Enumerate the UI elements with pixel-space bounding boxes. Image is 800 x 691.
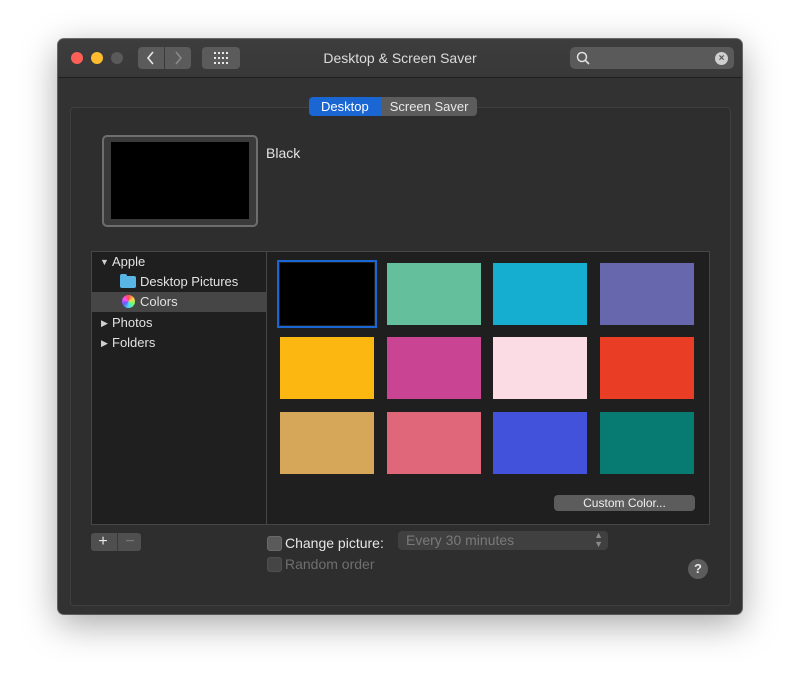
- color-swatch[interactable]: [387, 412, 481, 474]
- add-remove-buttons: + −: [91, 533, 141, 551]
- disclosure-triangle-right-icon[interactable]: ▶: [101, 333, 108, 353]
- color-swatch[interactable]: [280, 337, 374, 399]
- sidebar-item-label: Folders: [112, 335, 156, 350]
- desktop-preview: [102, 135, 258, 227]
- color-swatch[interactable]: [600, 412, 694, 474]
- up-down-arrows-icon: ▲ ▼: [594, 530, 603, 549]
- sidebar-item-label: Apple: [112, 254, 146, 269]
- sidebar-item-label: Colors: [140, 294, 178, 309]
- color-swatch[interactable]: [280, 412, 374, 474]
- preferences-window: Desktop & Screen Saver × Desktop Screen …: [58, 39, 742, 614]
- disclosure-triangle-down-icon[interactable]: ▼: [100, 252, 109, 272]
- remove-folder-button[interactable]: −: [117, 533, 142, 551]
- color-swatch[interactable]: [600, 337, 694, 399]
- folder-icon: [120, 274, 136, 288]
- clear-search-icon[interactable]: ×: [715, 52, 728, 65]
- help-button[interactable]: ?: [688, 559, 708, 579]
- random-order-checkbox[interactable]: [267, 557, 282, 572]
- color-swatch[interactable]: [493, 263, 587, 325]
- sidebar-item-folders[interactable]: ▶ Folders: [92, 333, 267, 353]
- title-bar: Desktop & Screen Saver ×: [58, 39, 742, 78]
- change-interval-popup[interactable]: Every 30 minutes ▲ ▼: [398, 531, 608, 550]
- change-interval-value: Every 30 minutes: [406, 532, 515, 548]
- change-picture-label: Change picture:: [285, 535, 384, 551]
- random-order-label: Random order: [285, 556, 375, 572]
- color-swatch[interactable]: [387, 263, 481, 325]
- color-swatch[interactable]: [493, 412, 587, 474]
- search-field[interactable]: ×: [570, 47, 734, 69]
- sidebar-item-desktop-pictures[interactable]: Desktop Pictures: [92, 272, 267, 292]
- sidebar-item-photos[interactable]: ▶ Photos: [92, 313, 267, 333]
- sidebar-item-label: Desktop Pictures: [140, 274, 239, 289]
- disclosure-triangle-right-icon[interactable]: ▶: [101, 313, 108, 333]
- tab-bar: Desktop Screen Saver: [309, 97, 478, 116]
- color-swatch[interactable]: [493, 337, 587, 399]
- custom-color-button[interactable]: Custom Color...: [554, 495, 695, 511]
- preview-label: Black: [266, 145, 301, 161]
- color-swatch[interactable]: [277, 260, 377, 328]
- sidebar-item-label: Photos: [112, 315, 153, 330]
- sidebar-item-colors[interactable]: Colors: [92, 292, 267, 312]
- color-swatch[interactable]: [600, 263, 694, 325]
- search-icon: [576, 51, 590, 65]
- add-folder-button[interactable]: +: [91, 533, 115, 551]
- change-picture-checkbox[interactable]: [267, 536, 282, 551]
- source-list: ▼ Apple Desktop Pictures Colors ▶ Photos…: [91, 251, 267, 525]
- tab-desktop[interactable]: Desktop: [309, 97, 381, 116]
- preview-image: [111, 142, 249, 219]
- color-wheel-icon: [122, 295, 135, 308]
- tab-screen-saver[interactable]: Screen Saver: [380, 97, 478, 116]
- color-swatch[interactable]: [387, 337, 481, 399]
- color-swatch-grid: Custom Color...: [266, 251, 710, 525]
- sidebar-item-apple[interactable]: ▼ Apple: [92, 252, 267, 272]
